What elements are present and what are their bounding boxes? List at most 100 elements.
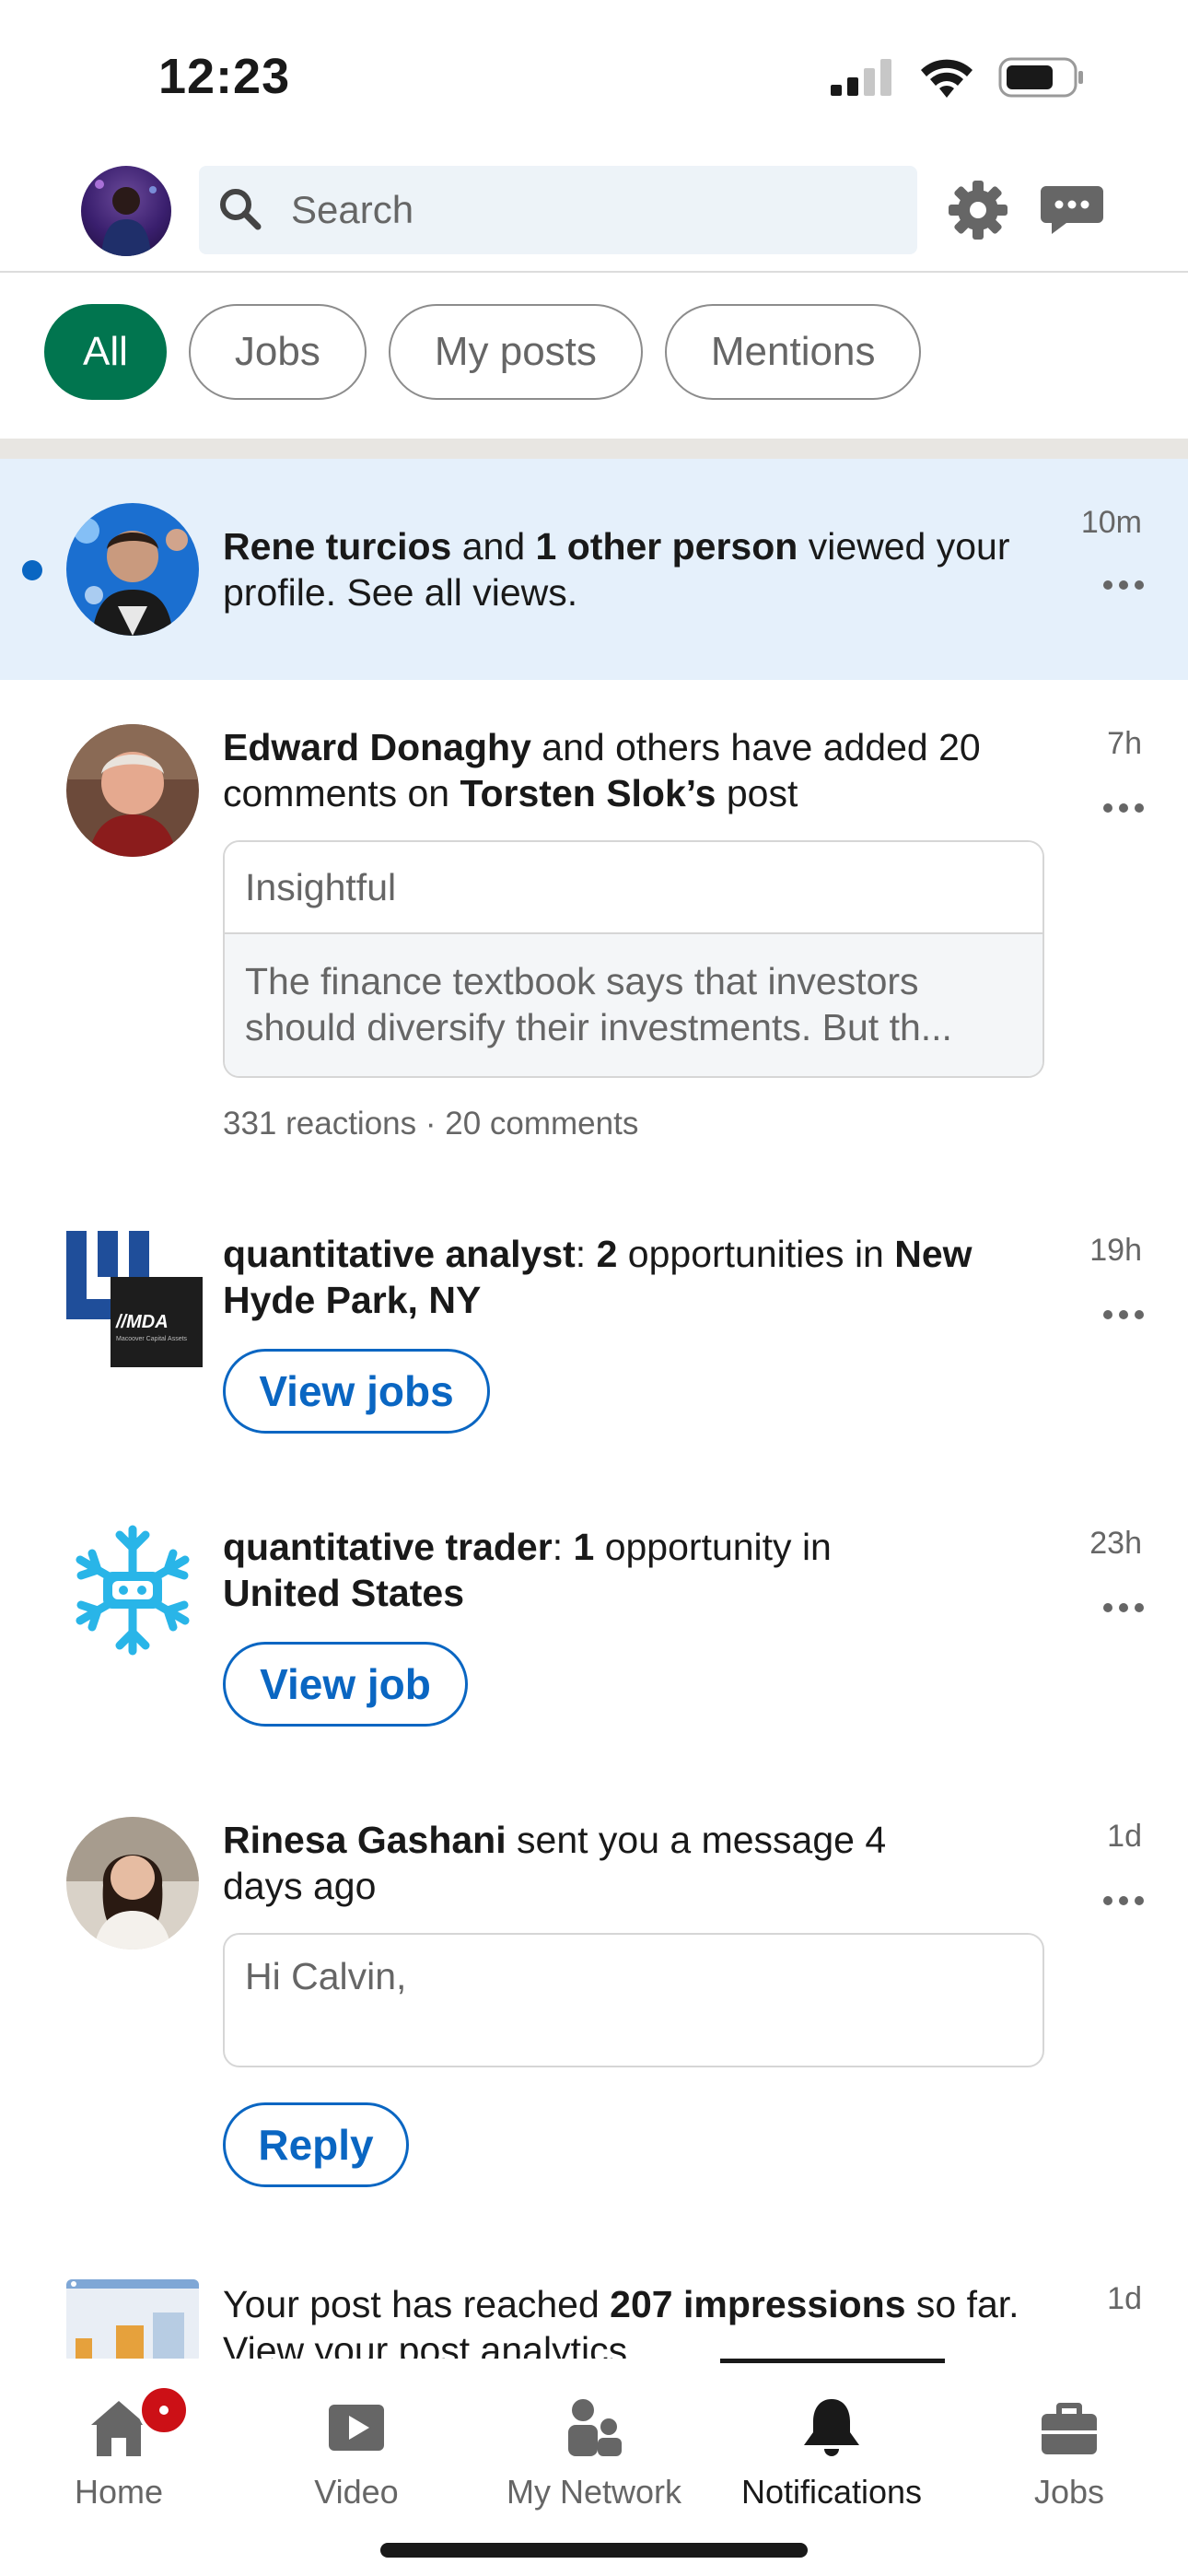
opportunity-count: 2 [596,1233,618,1275]
tab-label: Video [314,2473,399,2511]
logo-text: //MDA [116,1312,169,1332]
tab-label: My Network [506,2473,682,2511]
text-suffix: post [716,772,798,814]
search-bar[interactable]: Search [199,166,917,254]
notification-time: 1d [1107,1819,1142,1854]
cellular-signal-icon [831,59,891,96]
messaging-icon[interactable] [1039,177,1105,243]
notification-text: Rinesa Gashani sent you a message 4 days… [223,1817,923,1909]
status-time: 12:23 [158,49,291,104]
company-logo-graphic [66,1231,203,1367]
settings-gear-icon[interactable] [945,177,1011,243]
notification-post-impressions[interactable]: Your post has reached 207 impressions so… [0,2206,1188,2359]
comment-text: Insightful [225,842,1042,934]
notification-time: 7h [1107,726,1142,761]
notification-message[interactable]: Rinesa Gashani sent you a message 4 days… [0,1745,1188,2206]
text-colon: : [552,1526,574,1568]
filter-chip-my-posts[interactable]: My posts [388,304,643,400]
tab-my-network[interactable]: My Network [475,2379,713,2517]
bell-icon [804,2399,859,2456]
view-jobs-button[interactable]: View jobs [223,1349,490,1434]
message-preview-card[interactable]: Hi Calvin, [223,1933,1044,2067]
tab-notifications[interactable]: Notifications [713,2379,950,2517]
tab-label: Home [74,2473,164,2511]
analytics-chart-icon [66,2279,199,2359]
filter-chip-jobs[interactable]: Jobs [188,304,367,400]
company-logo [66,1524,199,1657]
search-placeholder: Search [291,188,414,231]
notification-time: 10m [1080,505,1142,540]
search-icon [220,189,262,230]
filter-chip-mentions[interactable]: Mentions [664,304,922,400]
more-options-icon[interactable] [1103,580,1144,591]
avatar-photo [66,503,199,636]
actor-name: Rinesa Gashani [223,1819,507,1861]
avatar-photo [66,724,199,857]
status-icons [831,57,1085,98]
notification-text: Edward Donaghy and others have added 20 … [223,724,1033,816]
top-header: Search [0,157,1188,273]
notification-text: Your post has reached 207 impressions so… [223,2281,1033,2359]
notification-time: 23h [1089,1526,1142,1561]
text-connector: and [451,525,536,568]
actor-name: Rene turcios [223,525,452,568]
tab-home[interactable]: Home [0,2379,238,2517]
home-indicator[interactable] [380,2543,808,2558]
post-author: Torsten Slok’s [460,772,716,814]
notification-text: quantitative analyst: 2 opportunities in… [223,1231,1033,1323]
tab-video[interactable]: Video [238,2379,475,2517]
section-divider [0,439,1188,459]
active-tab-indicator [720,2359,945,2363]
avatar[interactable] [66,503,199,636]
tab-label: Jobs [1033,2473,1105,2511]
actor-name: Edward Donaghy [223,726,531,768]
highlight-text: 1 other person [535,525,798,568]
company-logo: //MDA Macoover Capital Assets [66,1231,203,1367]
notification-text: quantitative trader: 1 opportunity in Un… [223,1524,923,1616]
notification-job-alert[interactable]: quantitative trader: 1 opportunity in Un… [0,1452,1188,1745]
profile-photo [95,180,157,256]
notification-text: Rene turcios and 1 other person viewed y… [223,523,1042,615]
impressions-count: 207 impressions [610,2283,906,2325]
status-bar: 12:23 [0,0,1188,157]
more-options-icon[interactable] [1103,1896,1144,1907]
analytics-thumbnail [66,2279,199,2359]
more-options-icon[interactable] [1103,1310,1144,1321]
opportunity-count: 1 [573,1526,595,1568]
avatar[interactable] [66,724,199,857]
notification-job-alert[interactable]: //MDA Macoover Capital Assets quantitati… [0,1159,1188,1452]
battery-icon [998,57,1083,98]
comment-preview-card[interactable]: Insightful The finance textbook says tha… [223,840,1044,1078]
wifi-icon [921,59,973,98]
unread-indicator [22,560,42,580]
filter-chip-all[interactable]: All [44,304,167,400]
notification-profile-views[interactable]: Rene turcios and 1 other person viewed y… [0,459,1188,680]
job-location: United States [223,1572,464,1614]
text-prefix: Your post has reached [223,2283,611,2325]
tab-label: Notifications [740,2473,923,2511]
logo-subtext: Macoover Capital Assets [116,1336,188,1342]
text-middle: opportunities in [617,1233,895,1275]
more-options-icon[interactable] [1103,1603,1144,1614]
notification-time: 1d [1107,2281,1142,2316]
post-excerpt: The finance textbook says that investors… [225,934,1042,1076]
text-middle: opportunity in [594,1526,832,1568]
text-colon: : [575,1233,597,1275]
filter-chips: All Jobs My posts Mentions [44,304,922,400]
reactions-count: 331 reactions · 20 comments [223,1106,639,1142]
network-icon [568,2399,622,2456]
reply-button[interactable]: Reply [223,2102,409,2187]
snowflake-logo-icon [76,1525,190,1656]
notification-badge [138,2384,190,2436]
tab-jobs[interactable]: Jobs [950,2379,1188,2517]
job-title: quantitative analyst [223,1233,576,1275]
view-job-button[interactable]: View job [223,1642,468,1727]
more-options-icon[interactable] [1103,803,1144,814]
avatar-photo [66,1817,199,1950]
briefcase-icon [1042,2403,1097,2454]
notification-comments[interactable]: Edward Donaghy and others have added 20 … [0,680,1188,1159]
video-icon [329,2405,384,2451]
profile-avatar[interactable] [81,166,171,256]
avatar[interactable] [66,1817,199,1950]
job-title: quantitative trader [223,1526,553,1568]
